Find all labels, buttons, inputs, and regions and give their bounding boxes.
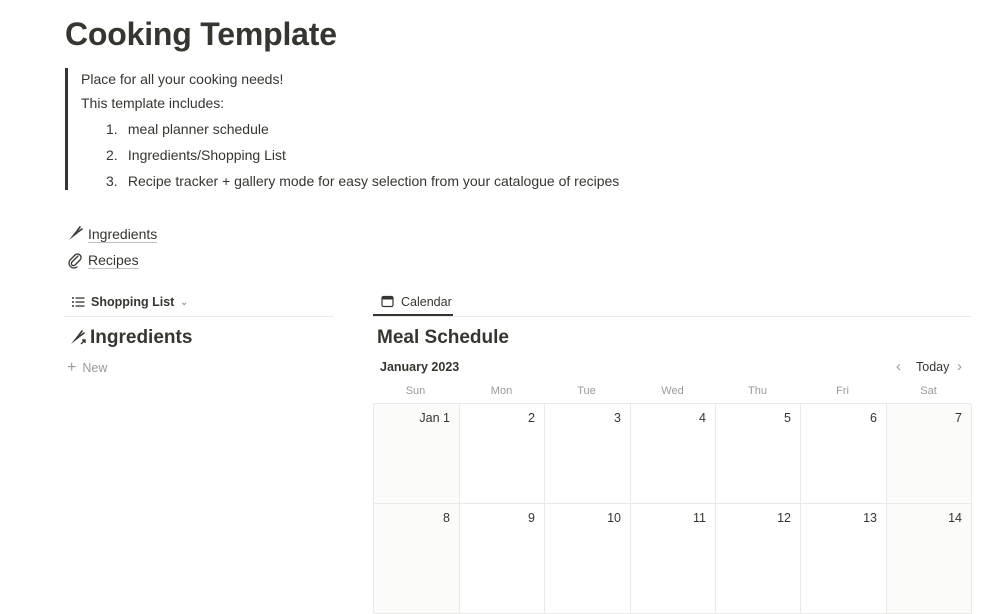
active-tab-indicator <box>373 314 453 316</box>
day-number: 14 <box>948 511 962 525</box>
list-icon <box>71 295 85 309</box>
calendar-day-cell[interactable]: Jan 1 <box>374 404 460 504</box>
list-item: 1. meal planner schedule <box>106 120 269 138</box>
calendar-day-cell[interactable]: 13 <box>801 504 887 614</box>
day-number: 4 <box>699 411 706 425</box>
weekday-label: Thu <box>748 385 767 397</box>
divider <box>64 316 334 317</box>
calendar-day-cell[interactable]: 12 <box>716 504 801 614</box>
day-number: 2 <box>528 411 535 425</box>
callout-line: Place for all your cooking needs! <box>81 71 284 87</box>
page-link-ingredients[interactable]: Ingredients <box>66 223 158 245</box>
carrot-icon <box>68 328 88 348</box>
new-item-button[interactable]: + New <box>67 359 108 376</box>
calendar-day-cell[interactable]: 2 <box>460 404 545 504</box>
page-link-recipes[interactable]: Recipes <box>66 249 139 271</box>
chevron-right-icon[interactable]: › <box>957 359 962 374</box>
page-link-label[interactable]: Ingredients <box>88 226 158 243</box>
calendar-day-cell[interactable]: 4 <box>631 404 716 504</box>
day-number: 12 <box>777 511 791 525</box>
view-tab-shopping-list[interactable]: Shopping List ⌄ <box>71 295 188 309</box>
calendar-day-cell[interactable]: 3 <box>545 404 631 504</box>
list-item: 3. Recipe tracker + gallery mode for eas… <box>106 172 619 190</box>
calendar-day-cell[interactable]: 6 <box>801 404 887 504</box>
day-number: 7 <box>955 411 962 425</box>
view-tab-calendar[interactable]: Calendar <box>381 295 452 309</box>
new-item-label: New <box>82 361 108 375</box>
calendar-day-cell[interactable]: 14 <box>887 504 972 614</box>
list-number: 3. <box>106 173 118 189</box>
calendar-icon <box>381 295 395 309</box>
page-title: Cooking Template <box>65 16 337 52</box>
day-number: 6 <box>870 411 877 425</box>
calendar-day-cell[interactable]: 7 <box>887 404 972 504</box>
day-number: 13 <box>863 511 877 525</box>
database-title-text: Ingredients <box>90 327 193 348</box>
calendar-grid: Jan 1 2 3 4 5 6 7 8 9 10 11 12 13 14 <box>373 403 972 614</box>
list-item: 2. Ingredients/Shopping List <box>106 146 286 164</box>
quote-block: Place for all your cooking needs! This t… <box>65 68 628 190</box>
day-number: 3 <box>614 411 621 425</box>
weekday-label: Tue <box>577 385 596 397</box>
calendar-day-cell[interactable]: 8 <box>374 504 460 614</box>
weekday-label: Fri <box>836 385 849 397</box>
list-item-text: Recipe tracker + gallery mode for easy s… <box>127 173 620 189</box>
database-title-meal-schedule: Meal Schedule <box>377 327 509 348</box>
day-number: 5 <box>784 411 791 425</box>
calendar-month: January 2023 <box>380 360 460 374</box>
carrot-icon <box>66 225 84 243</box>
day-number: 8 <box>443 511 450 525</box>
weekday-label: Mon <box>490 385 513 397</box>
view-tab-label: Calendar <box>401 295 452 309</box>
calendar-day-cell[interactable]: 10 <box>545 504 631 614</box>
list-number: 1. <box>106 121 118 137</box>
chevron-down-icon[interactable]: ⌄ <box>180 297 188 308</box>
chevron-left-icon[interactable]: ‹ <box>896 359 901 374</box>
today-button[interactable]: Today <box>916 360 949 374</box>
day-number: 9 <box>528 511 535 525</box>
database-title-ingredients: Ingredients <box>68 327 192 349</box>
day-number: 11 <box>693 511 706 525</box>
page-link-label[interactable]: Recipes <box>88 252 139 269</box>
calendar-day-cell[interactable]: 9 <box>460 504 545 614</box>
weekday-label: Wed <box>661 385 684 397</box>
paperclip-icon <box>66 251 84 269</box>
callout-line: This template includes: <box>81 95 225 111</box>
list-number: 2. <box>106 147 118 163</box>
day-number: Jan 1 <box>419 411 450 425</box>
divider <box>373 316 971 317</box>
view-tab-label: Shopping List <box>91 295 175 309</box>
calendar-day-cell[interactable]: 5 <box>716 404 801 504</box>
list-item-text: meal planner schedule <box>127 121 269 137</box>
plus-icon: + <box>67 359 77 376</box>
day-number: 10 <box>607 511 621 525</box>
list-item-text: Ingredients/Shopping List <box>127 147 286 163</box>
weekday-label: Sat <box>920 385 937 397</box>
calendar-day-cell[interactable]: 11 <box>631 504 716 614</box>
weekday-label: Sun <box>405 385 426 397</box>
